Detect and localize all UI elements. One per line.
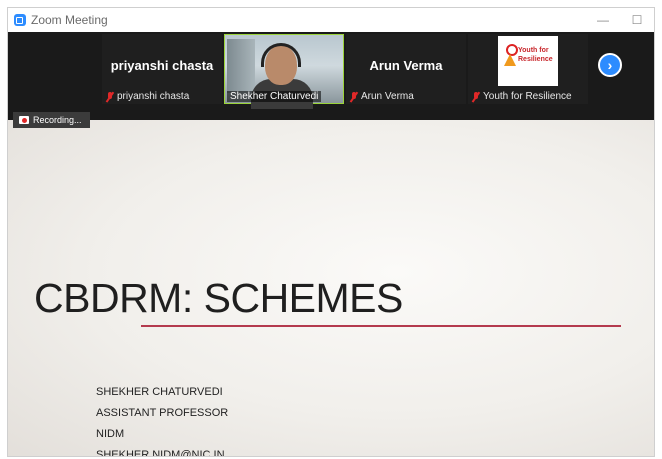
chevron-right-icon: › [607,57,613,73]
youth-for-resilience-logo: Youth for Resilience [498,36,558,86]
window-title: Zoom Meeting [31,13,108,27]
author-name: SHEKHER CHATURVEDI [96,386,223,398]
participant-tile[interactable]: Youth for Resilience Youth for Resilienc… [468,34,588,104]
participant-name-tag: Arun Verma [350,91,414,102]
participant-name-tag: Youth for Resilience [472,91,572,102]
participant-label: Youth for Resilience [483,91,572,102]
participant-label: Shekher Chaturvedi [230,91,319,102]
maximize-button[interactable]: ☐ [620,8,654,32]
next-participants-button[interactable]: › [598,53,622,77]
participant-label: priyanshi chasta [117,91,190,102]
minimize-button[interactable]: — [586,8,620,32]
window-controls: — ☐ [586,8,654,32]
participant-display-name: Arun Verma [369,58,443,73]
mic-off-icon [350,91,358,102]
mic-off-icon [472,91,480,102]
participant-strip: priyanshi chasta priyanshi chasta Shekhe… [8,32,654,112]
participant-name-tag: priyanshi chasta [106,91,189,102]
logo-figure-icon [504,44,518,68]
author-organization: NIDM [96,428,125,440]
title-bar: Zoom Meeting — ☐ [8,8,654,32]
title-underline [141,325,621,327]
slide-title: CBDRM: SCHEMES [34,275,403,321]
participant-tile-active-video[interactable]: Shekher Chaturvedi [224,34,344,109]
logo-text-line: Resilience [518,56,553,63]
logo-text-line: Youth for [518,47,549,54]
author-position: ASSISTANT PROFESSOR [96,407,229,419]
participant-label: Arun Verma [361,91,414,102]
zoom-app-icon [14,14,26,26]
zoom-window: Zoom Meeting — ☐ priyanshi chasta priyan… [7,7,655,457]
headset-icon [261,43,301,67]
recording-label: Recording... [33,115,82,125]
record-icon [19,116,29,124]
mic-off-icon [106,91,114,102]
participant-tile[interactable]: Arun Verma Arun Verma [346,34,466,104]
recording-indicator[interactable]: Recording... [13,112,90,128]
shared-screen-slide: CBDRM: SCHEMES SHEKHER CHATURVEDI ASSIST… [8,120,654,457]
author-block: SHEKHER CHATURVEDI ASSISTANT PROFESSOR N… [96,382,229,457]
participant-name-tag: Shekher Chaturvedi [227,91,322,102]
participant-display-name: priyanshi chasta [110,58,214,73]
author-email: SHEKHER.NIDM@NIC.IN [96,449,225,457]
participant-tile[interactable]: priyanshi chasta priyanshi chasta [102,34,222,104]
